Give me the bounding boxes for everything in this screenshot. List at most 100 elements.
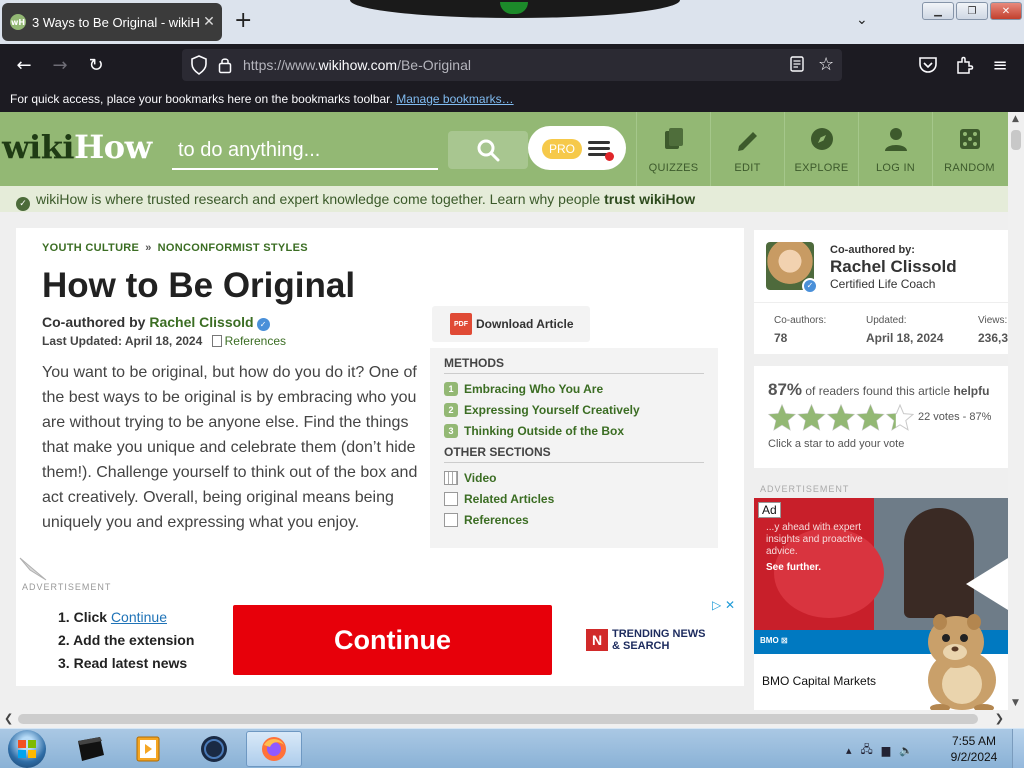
ad-tag: Ad (758, 502, 781, 518)
tray-display-icon[interactable]: ▆ (882, 744, 890, 757)
breadcrumb-nonconformist-styles[interactable]: NONCONFORMIST STYLES (158, 242, 308, 254)
start-button[interactable] (8, 730, 46, 768)
url-text[interactable]: https://www.wikihow.com/Be-Original (243, 57, 471, 73)
minimize-button[interactable]: ▁ (922, 2, 954, 20)
toc-other-header: OTHER SECTIONS (444, 441, 704, 463)
bookmarks-hint: For quick access, place your bookmarks h… (10, 92, 393, 106)
nav-edit[interactable]: EDIT (710, 112, 784, 186)
horizontal-scrollbar[interactable]: ❮ ❯ (0, 710, 1024, 728)
address-bar[interactable]: https://www.wikihow.com/Be-Original ☆ (182, 49, 842, 81)
rating-star[interactable] (857, 404, 884, 431)
search-input[interactable] (172, 134, 438, 166)
windows-logo-icon (18, 740, 36, 758)
tab-close-icon[interactable]: ✕ (200, 14, 218, 30)
navigation-toolbar: ← → ↻ https://www.wikihow.com/Be-Origina… (0, 44, 1024, 86)
tray-volume-icon[interactable]: 🔈 (899, 744, 913, 757)
browser-tab[interactable]: wH 3 Ways to Be Original - wikiHow ✕ (2, 3, 222, 41)
stat-updated: Updated: April 18, 2024 (866, 315, 944, 345)
tracking-protection-shield-icon[interactable] (190, 55, 208, 75)
scroll-down-arrow-icon[interactable]: ▼ (1012, 698, 1019, 708)
rating-star[interactable] (768, 404, 796, 431)
ad-step: 1. Click Continue (58, 609, 167, 625)
pro-menu-button[interactable]: PRO (528, 126, 626, 170)
table-of-contents: METHODS 1 Embracing Who You Are 2 Expressi… (430, 348, 718, 548)
wikihow-logo[interactable]: wikiHow (2, 128, 152, 166)
dice-icon (959, 129, 980, 149)
ad-copy: ...y ahead with expert insights and proa… (766, 522, 863, 573)
list-all-tabs-icon[interactable]: ⌄ (856, 12, 868, 28)
adchoices-close-icon[interactable]: ▷ ✕ (712, 598, 735, 612)
author-avatar[interactable]: ✓ (766, 242, 818, 294)
trending-news-logo-icon: N (586, 629, 608, 651)
bottom-ad-banner[interactable]: 1. Click Continue 2. Add the extension 3… (16, 596, 744, 686)
rating-card: 87% of readers found this article helpfu… (754, 366, 1008, 468)
tray-network-icon[interactable]: 🖧 (861, 741, 873, 760)
toc-method-2[interactable]: 2 Expressing Yourself Creatively (444, 399, 704, 420)
advertisement-label: ADVERTISEMENT (22, 582, 112, 592)
ad-continue-link[interactable]: Continue (111, 609, 167, 625)
back-button[interactable]: ← (10, 52, 38, 78)
pocket-icon[interactable] (918, 56, 938, 74)
toc-video[interactable]: Video (444, 467, 704, 488)
ad-step: 2. Add the extension (58, 632, 195, 648)
download-article-button[interactable]: PDF Download Article (432, 306, 590, 342)
star-rating-icon[interactable] (768, 404, 914, 432)
page-viewport: wikiHow PRO QUIZZES EDIT EXPLORE LOG IN (0, 112, 1008, 710)
taskbar-terminal[interactable] (62, 731, 118, 767)
manage-bookmarks-link[interactable]: Manage bookmarks… (396, 92, 513, 106)
rating-star[interactable] (798, 404, 825, 431)
vertical-scrollbar[interactable]: ▲ ▼ (1008, 112, 1024, 710)
nav-login[interactable]: LOG IN (858, 112, 932, 186)
scroll-up-arrow-icon[interactable]: ▲ (1012, 114, 1019, 124)
search-button[interactable] (448, 131, 528, 169)
rating-star[interactable] (886, 404, 914, 431)
reload-button[interactable]: ↻ (82, 52, 110, 78)
nav-explore[interactable]: EXPLORE (784, 112, 858, 186)
bookmark-star-icon[interactable]: ☆ (818, 54, 834, 75)
show-desktop-button[interactable] (1012, 729, 1024, 768)
close-window-button[interactable]: ✕ (990, 2, 1022, 20)
toc-related-articles[interactable]: Related Articles (444, 488, 704, 509)
nav-random[interactable]: RANDOM (932, 112, 1006, 186)
breadcrumb-youth-culture[interactable]: YOUTH CULTURE (42, 242, 139, 254)
new-tab-button[interactable]: + (234, 10, 252, 32)
ad-person-image (904, 508, 974, 618)
trust-wikihow-link[interactable]: trust wikiHow (604, 191, 695, 207)
window-titlebar: wH 3 Ways to Be Original - wikiHow ✕ + ⌄… (0, 0, 1024, 44)
author-name[interactable]: Rachel Clissold (830, 257, 957, 277)
forward-button[interactable]: → (46, 52, 74, 78)
vote-hint: Click a star to add your vote (768, 438, 905, 450)
toc-method-1[interactable]: 1 Embracing Who You Are (444, 378, 704, 399)
reader-view-icon[interactable] (790, 56, 804, 72)
tray-expand-icon[interactable]: ▴ (846, 744, 852, 757)
taskbar-app-orb[interactable] (186, 731, 242, 767)
related-articles-icon (444, 491, 458, 506)
toc-method-3[interactable]: 3 Thinking Outside of the Box (444, 420, 704, 441)
stat-views: Views: 236,3 (978, 315, 1008, 345)
terminal-icon (78, 737, 104, 761)
hamster-mascot-icon (928, 614, 996, 710)
rating-star[interactable] (827, 404, 855, 431)
rating-stars[interactable] (768, 404, 914, 432)
system-clock[interactable]: 7:55 AM 9/2/2024 (944, 733, 1004, 765)
scroll-left-arrow-icon[interactable]: ❮ (4, 712, 13, 725)
scroll-right-arrow-icon[interactable]: ❯ (995, 712, 1004, 725)
vertical-scroll-thumb[interactable] (1011, 130, 1021, 150)
toc-references[interactable]: References (444, 509, 704, 530)
maximize-button[interactable]: ❐ (956, 2, 988, 20)
lock-icon[interactable] (218, 56, 232, 74)
taskbar-media-player[interactable] (120, 731, 176, 767)
article-intro: You want to be original, but how do you … (42, 364, 418, 531)
system-tray: ▴ 🖧 ▆ 🔈 (846, 741, 913, 760)
extensions-icon[interactable] (954, 55, 974, 75)
horizontal-scroll-thumb[interactable] (18, 714, 978, 724)
references-link[interactable]: References (211, 334, 286, 348)
taskbar-firefox[interactable] (246, 731, 302, 767)
ad-continue-button[interactable]: Continue (233, 605, 552, 675)
helpful-summary: 87% of readers found this article helpfu (768, 380, 990, 399)
nav-label: RANDOM (944, 162, 995, 174)
ad-brand[interactable]: N TRENDING NEWS & SEARCH (586, 628, 706, 652)
nav-quizzes[interactable]: QUIZZES (636, 112, 710, 186)
app-menu-icon[interactable]: ≡ (986, 52, 1014, 78)
coauthor-link[interactable]: Rachel Clissold (149, 314, 253, 330)
